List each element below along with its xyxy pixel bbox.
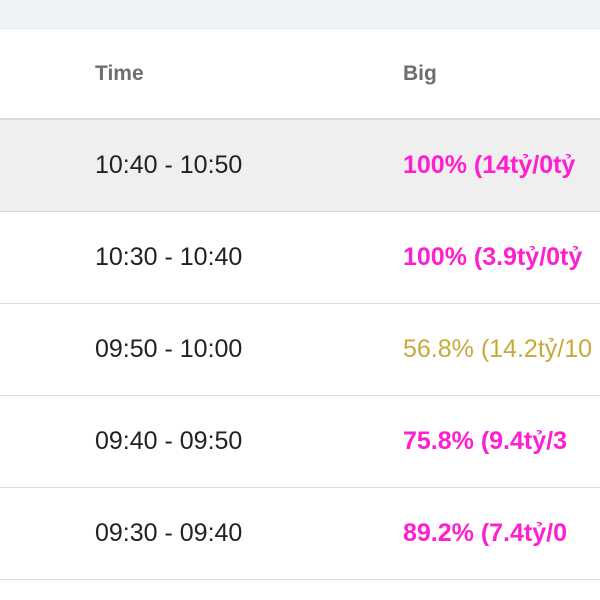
table-row[interactable]: 10:30 - 10:40 100% (3.9tỷ/0tỷ: [0, 212, 600, 304]
table-row[interactable]: 10:40 - 10:50 100% (14tỷ/0tỷ: [0, 120, 600, 212]
time-cell: 10:40 - 10:50: [95, 151, 243, 179]
big-cell: 100% (3.9tỷ/0tỷ: [403, 243, 583, 271]
table-row[interactable]: 09:30 - 09:40 89.2% (7.4tỷ/0: [0, 488, 600, 580]
data-table: Time Big 10:40 - 10:50 100% (14tỷ/0tỷ 10…: [0, 29, 600, 600]
top-bar: [0, 0, 600, 29]
time-cell: 10:30 - 10:40: [95, 243, 243, 271]
big-cell: 100% (14tỷ/0tỷ: [403, 151, 576, 179]
time-cell: 09:50 - 10:00: [95, 335, 243, 363]
column-header-time[interactable]: Time: [95, 62, 144, 86]
table-header: Time Big: [0, 29, 600, 120]
table-row[interactable]: 09:50 - 10:00 56.8% (14.2tỷ/10: [0, 304, 600, 396]
big-cell: 89.2% (7.4tỷ/0: [403, 519, 567, 547]
column-header-big[interactable]: Big: [403, 62, 437, 86]
time-cell: 09:30 - 09:40: [95, 519, 243, 547]
table-row[interactable]: 09:40 - 09:50 75.8% (9.4tỷ/3: [0, 396, 600, 488]
time-cell: 09:40 - 09:50: [95, 427, 243, 455]
big-cell: 75.8% (9.4tỷ/3: [403, 427, 567, 455]
big-cell: 56.8% (14.2tỷ/10: [403, 335, 593, 363]
